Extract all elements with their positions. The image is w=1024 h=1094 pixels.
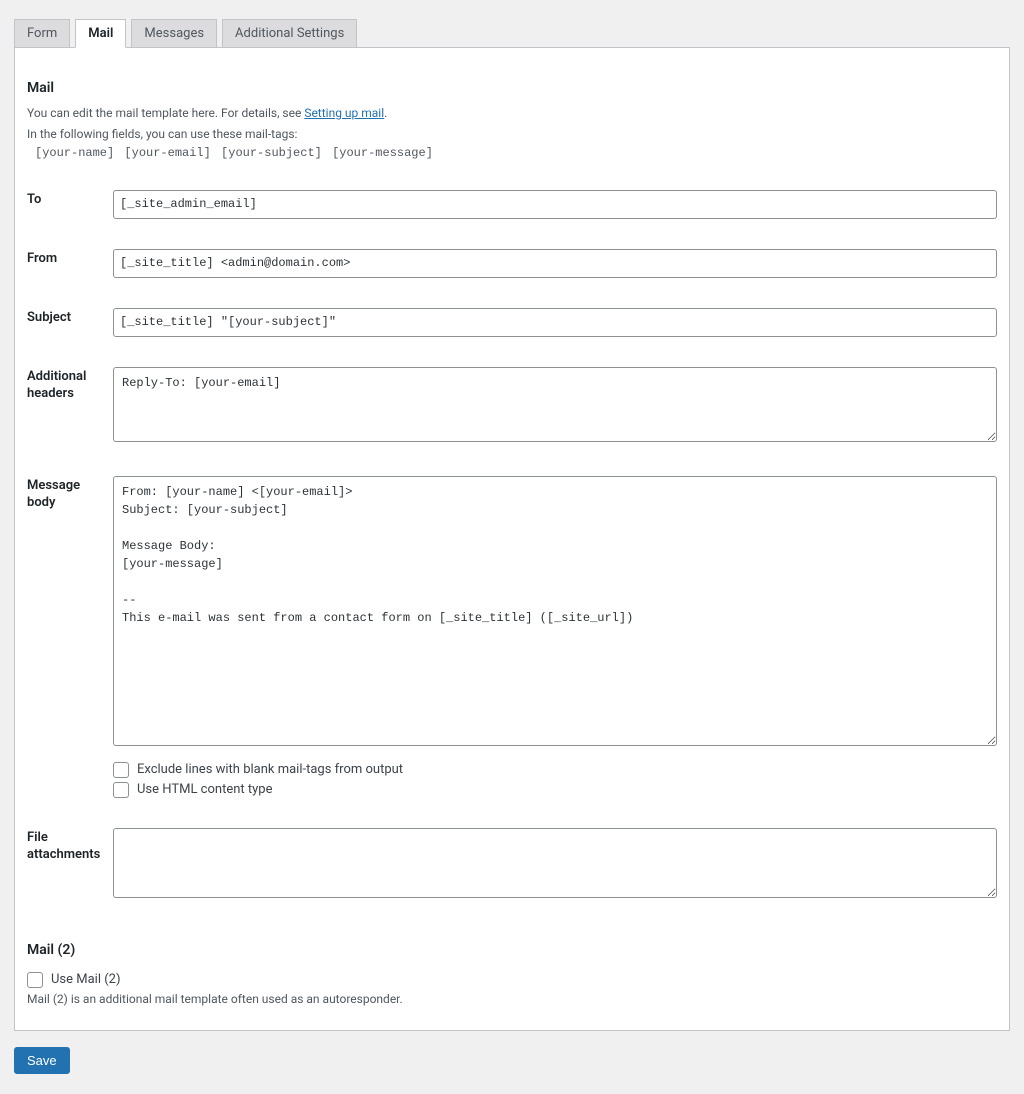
mail-tag: [your-email] [124,146,210,160]
setting-up-mail-link[interactable]: Setting up mail [304,106,384,120]
help-pre: You can edit the mail template here. For… [27,106,304,120]
exclude-blank-label[interactable]: Exclude lines with blank mail-tags from … [137,762,403,777]
use-mail2-checkbox[interactable] [27,972,43,988]
mail2-heading: Mail (2) [27,922,997,966]
use-mail2-label[interactable]: Use Mail (2) [51,972,121,987]
mail-heading: Mail [27,60,997,104]
mail2-description: Mail (2) is an additional mail template … [27,992,997,1006]
tab-mail[interactable]: Mail [75,19,126,48]
tab-form[interactable]: Form [14,19,70,48]
additional-headers-input[interactable] [113,367,997,442]
mail-tag: [your-name] [35,146,114,160]
mail-tags-list: [your-name] [your-email] [your-subject] … [27,146,997,160]
message-body-input[interactable] [113,476,997,746]
subject-label: Subject [27,298,113,357]
help-text-line1: You can edit the mail template here. For… [27,104,997,123]
mail-tag: [your-subject] [221,146,322,160]
tab-additional-settings[interactable]: Additional Settings [222,19,357,48]
message-body-label: Message body [27,466,113,818]
subject-input[interactable] [113,308,997,337]
use-html-label[interactable]: Use HTML content type [137,782,272,797]
from-label: From [27,239,113,298]
file-attachments-input[interactable] [113,828,997,898]
additional-headers-label: Additional headers [27,357,113,466]
from-input[interactable] [113,249,997,278]
exclude-blank-checkbox[interactable] [113,762,129,778]
to-input[interactable] [113,190,997,219]
to-label: To [27,180,113,239]
save-button[interactable]: Save [14,1047,70,1074]
help-post: . [384,106,387,120]
tab-messages[interactable]: Messages [131,19,217,48]
mail-tag: [your-message] [332,146,433,160]
help-text-line2: In the following fields, you can use the… [27,125,997,144]
mail-panel: Mail You can edit the mail template here… [14,47,1010,1031]
file-attachments-label: File attachments [27,818,113,922]
use-html-checkbox[interactable] [113,782,129,798]
tab-list: Form Mail Messages Additional Settings [14,19,1010,47]
mail-form-table: To From Subject Additional headers Messa… [27,180,997,921]
